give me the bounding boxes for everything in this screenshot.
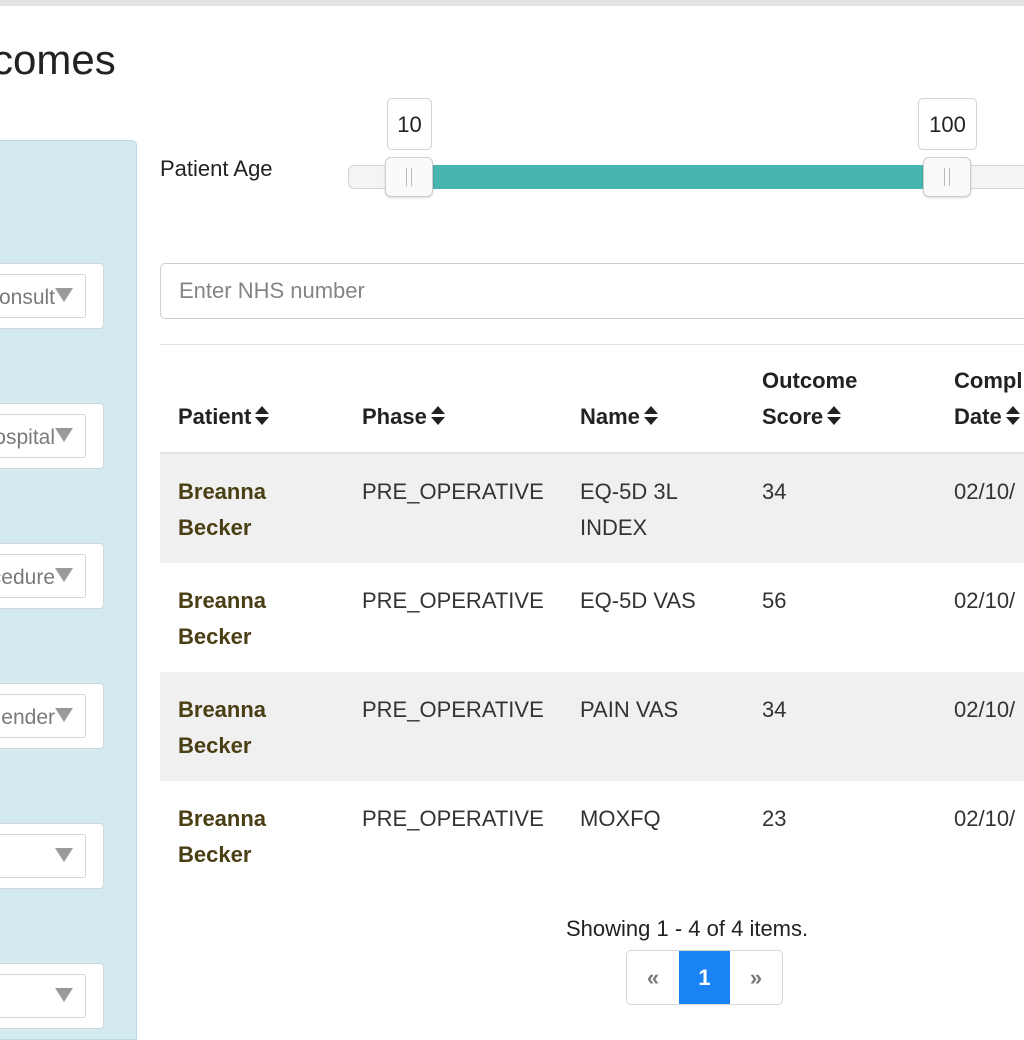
col-header-phase[interactable]: Phase	[362, 363, 445, 435]
patient-first-name: Breanna	[178, 479, 267, 504]
score-cell: 56	[762, 588, 787, 613]
col-header-phase-line2: Phase	[362, 404, 427, 429]
col-header-score-line1: Outcome	[762, 368, 858, 393]
next-page-button[interactable]: »	[730, 951, 782, 1004]
patient-first-name: Breanna	[178, 806, 267, 831]
procedure-select[interactable]: Procedure	[0, 554, 86, 598]
score-cell: 34	[762, 697, 787, 722]
patient-first-name: Breanna	[178, 588, 267, 613]
chevron-down-icon	[55, 428, 73, 442]
col-header-completed-date[interactable]: Compl Date	[954, 363, 1022, 435]
score-cell: 34	[762, 479, 787, 504]
phase-cell: PRE_OPERATIVE	[362, 697, 544, 722]
hospital-filter[interactable]: Hospital	[0, 403, 104, 469]
patient-last-name: Becker	[178, 624, 252, 649]
age-slider-range	[408, 165, 948, 189]
phase-cell: PRE_OPERATIVE	[362, 588, 544, 613]
sort-icon	[643, 406, 658, 426]
chevron-down-icon	[55, 848, 73, 862]
age-min-handle[interactable]	[385, 157, 433, 197]
age-max-tooltip: 100	[918, 98, 977, 150]
chevron-down-icon	[55, 988, 73, 1002]
consultant-filter[interactable]: Consult	[0, 263, 104, 329]
patient-last-name: Becker	[178, 733, 252, 758]
name-line1: EQ-5D 3L	[580, 479, 678, 504]
patient-age-label: Patient Age	[160, 156, 273, 181]
table-row[interactable]: Breanna Becker PRE_OPERATIVE PAIN VAS 34 …	[160, 672, 1024, 781]
procedure-select-value: Procedure	[0, 566, 55, 589]
chevron-down-icon	[55, 288, 73, 302]
patient-link[interactable]: Breanna Becker	[178, 583, 298, 655]
name-line1: PAIN VAS	[580, 697, 679, 722]
col-header-score-line2: Score	[762, 404, 824, 429]
consultant-select-value: Consult	[0, 286, 55, 309]
filter-6[interactable]	[0, 963, 104, 1029]
col-header-name[interactable]: Name	[580, 363, 658, 435]
patient-first-name: Breanna	[178, 697, 267, 722]
chevron-down-icon	[55, 568, 73, 582]
nhs-number-input[interactable]	[160, 263, 1024, 319]
date-cell: 02/10/	[954, 806, 1016, 831]
patient-last-name: Becker	[178, 515, 252, 540]
table-row[interactable]: Breanna Becker PRE_OPERATIVE EQ-5D VAS 56…	[160, 563, 1024, 672]
name-cell: MOXFQ	[580, 801, 730, 837]
gender-select-value: Gender	[0, 706, 55, 729]
patient-link[interactable]: Breanna Becker	[178, 801, 298, 873]
prev-page-button[interactable]: «	[627, 951, 679, 1004]
consultant-select[interactable]: Consult	[0, 274, 86, 318]
patient-link[interactable]: Breanna Becker	[178, 692, 298, 764]
hospital-select-value: Hospital	[0, 426, 55, 449]
name-cell: EQ-5D 3L INDEX	[580, 474, 730, 546]
gender-filter[interactable]: Gender	[0, 683, 104, 749]
divider	[160, 344, 1024, 345]
chevron-down-icon	[55, 708, 73, 722]
name-line2: INDEX	[580, 515, 648, 540]
name-cell: EQ-5D VAS	[580, 583, 730, 619]
name-line1: MOXFQ	[580, 806, 661, 831]
name-line1: EQ-5D VAS	[580, 588, 696, 613]
table-row[interactable]: Breanna Becker PRE_OPERATIVE EQ-5D 3L INDE…	[160, 454, 1024, 563]
page-1-button[interactable]: 1	[679, 951, 730, 1004]
date-cell: 02/10/	[954, 697, 1016, 722]
filter-sidebar: Consult Hospital Procedure Gender	[0, 140, 137, 1040]
phase-cell: PRE_OPERATIVE	[362, 479, 544, 504]
top-bar	[0, 0, 1024, 6]
col-header-name-line2: Name	[580, 404, 640, 429]
page-title: comes	[0, 36, 116, 83]
filter-5-select[interactable]	[0, 834, 86, 878]
age-max-handle[interactable]	[923, 157, 971, 197]
procedure-filter[interactable]: Procedure	[0, 543, 104, 609]
sort-icon	[1005, 406, 1020, 426]
name-cell: PAIN VAS	[580, 692, 730, 728]
filter-5[interactable]	[0, 823, 104, 889]
sort-icon	[827, 406, 842, 426]
table-row[interactable]: Breanna Becker PRE_OPERATIVE MOXFQ 23 02/…	[160, 781, 1024, 890]
score-cell: 23	[762, 806, 787, 831]
grip-icon	[406, 168, 412, 186]
sort-icon	[255, 406, 270, 426]
filter-6-select[interactable]	[0, 974, 86, 1018]
patient-link[interactable]: Breanna Becker	[178, 474, 298, 546]
pagination: « 1 »	[626, 950, 783, 1005]
gender-select[interactable]: Gender	[0, 694, 86, 738]
date-cell: 02/10/	[954, 479, 1016, 504]
sort-icon	[430, 406, 445, 426]
col-header-patient[interactable]: Patient	[178, 363, 270, 435]
pagination-summary: Showing 1 - 4 of 4 items.	[566, 916, 809, 941]
age-min-tooltip: 10	[387, 98, 432, 150]
grip-icon	[944, 168, 950, 186]
col-header-patient-line2: Patient	[178, 404, 252, 429]
col-header-date-line1: Compl	[954, 368, 1023, 393]
date-cell: 02/10/	[954, 588, 1016, 613]
col-header-outcome-score[interactable]: Outcome Score	[762, 363, 857, 435]
patient-last-name: Becker	[178, 842, 252, 867]
phase-cell: PRE_OPERATIVE	[362, 806, 544, 831]
col-header-date-line2: Date	[954, 404, 1002, 429]
hospital-select[interactable]: Hospital	[0, 414, 86, 458]
